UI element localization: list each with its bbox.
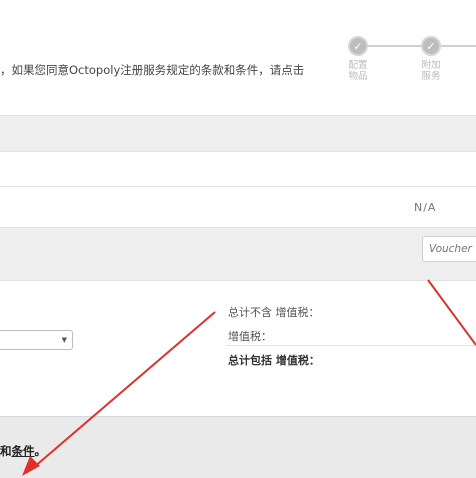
progress-line xyxy=(444,45,476,47)
terms-suffix: 。 xyxy=(34,444,47,458)
table-row xyxy=(0,152,476,186)
step-label-line: 物品 xyxy=(348,71,368,82)
step-configure-label: 配置 物品 xyxy=(346,60,370,82)
annotation-arrow xyxy=(427,279,476,346)
terms-footer xyxy=(0,416,476,478)
vat-label: 增值税： xyxy=(228,330,272,343)
terms-acceptance-text: 和条件。 xyxy=(0,443,46,459)
step-extras: ✓ xyxy=(421,36,441,56)
step-extras-label: 附加 服务 xyxy=(419,60,443,82)
terms-prefix: 和 xyxy=(0,444,12,458)
terms-link[interactable]: 条件 xyxy=(12,444,35,458)
step-configure: ✓ xyxy=(348,36,368,56)
subtotal-excl-vat-label: 总计不含 增值税： xyxy=(228,306,320,319)
total-incl-vat-label: 总计包括 增值税： xyxy=(228,354,320,367)
table-row xyxy=(0,187,476,227)
option-select[interactable]: ▼ xyxy=(0,330,73,350)
step-label-line: 附加 xyxy=(421,60,441,71)
voucher-band xyxy=(0,227,476,281)
na-value: N/A xyxy=(414,201,437,214)
terms-intro-text: ，如果您同意Octopoly注册服务规定的条款和条件，请点击 xyxy=(0,63,305,77)
step-label-line: 配置 xyxy=(348,60,368,71)
totals-divider xyxy=(226,345,476,346)
chevron-down-icon: ▼ xyxy=(61,336,67,344)
checkmark-icon: ✓ xyxy=(348,36,368,56)
section-header-band xyxy=(0,115,476,152)
voucher-input[interactable] xyxy=(422,236,476,262)
checkmark-icon: ✓ xyxy=(421,36,441,56)
step-label-line: 服务 xyxy=(421,71,441,82)
